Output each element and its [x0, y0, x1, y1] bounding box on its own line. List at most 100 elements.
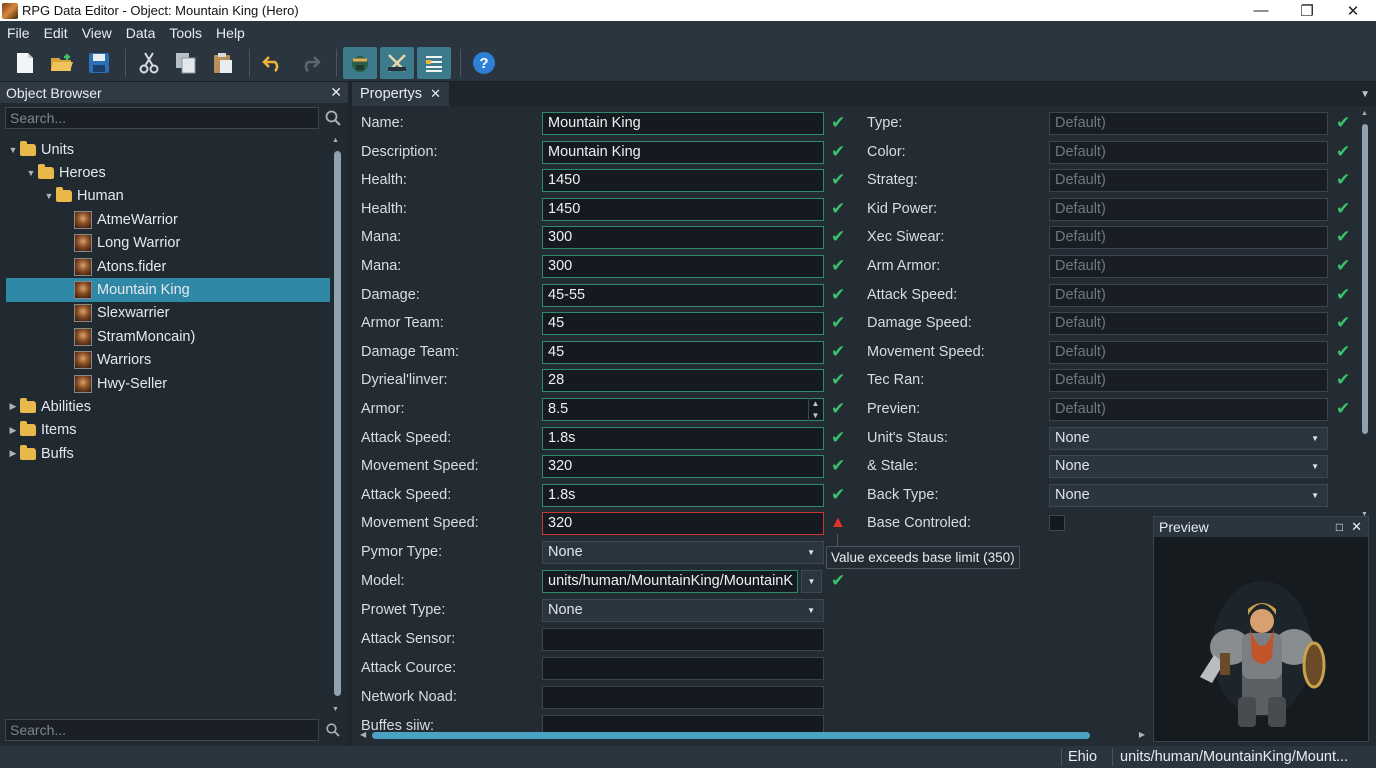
expand-arrow-icon[interactable]: ▼ [42, 191, 56, 201]
property-input[interactable]: Default) [1049, 369, 1328, 393]
property-input[interactable]: 45-55 [542, 283, 824, 307]
close-preview-icon[interactable]: ✕ [1351, 519, 1362, 535]
expand-arrow-icon[interactable]: ▼ [24, 168, 38, 178]
tree-folder[interactable]: ▶ Items [6, 419, 330, 442]
property-input[interactable]: Default) [1049, 312, 1328, 336]
minimize-button[interactable]: — [1238, 0, 1284, 21]
dropdown-value: None [548, 544, 583, 561]
help-icon[interactable]: ? [467, 47, 501, 79]
close-panel-icon[interactable]: ✕ [330, 84, 342, 101]
model-path-input[interactable]: units/human/MountainKing/MountainK [542, 570, 798, 594]
property-dropdown[interactable]: None ▼ [1049, 483, 1328, 507]
tree-scrollbar[interactable]: ▲ ▼ [332, 137, 342, 713]
tree-item[interactable]: AtmeWarrior [6, 208, 330, 231]
properties-scrollbar[interactable]: ▲ ▼ [1360, 110, 1370, 518]
property-input[interactable] [542, 628, 824, 652]
menu-help[interactable]: Help [209, 25, 252, 41]
property-input[interactable]: 320 [542, 512, 824, 536]
property-input[interactable]: Mountain King [542, 140, 824, 164]
expand-arrow-icon[interactable]: ▼ [6, 145, 20, 155]
menu-view[interactable]: View [75, 25, 119, 41]
property-input[interactable]: 45 [542, 340, 824, 364]
tree-folder[interactable]: ▶ Abilities [6, 395, 330, 418]
property-input[interactable]: Default) [1049, 398, 1328, 421]
tree-folder[interactable]: ▼ Heroes [6, 161, 330, 184]
property-input[interactable]: Default) [1049, 283, 1328, 307]
open-folder-icon[interactable] [45, 47, 79, 79]
property-input[interactable]: Default) [1049, 255, 1328, 278]
property-label: Armor Team: [361, 315, 444, 332]
property-input[interactable]: 300 [542, 226, 824, 250]
unit-tool-icon[interactable] [343, 46, 377, 79]
tree-item[interactable]: Long Warrior [6, 232, 330, 255]
properties-scrollbar-thumb[interactable] [1362, 124, 1368, 434]
search-icon[interactable] [323, 108, 343, 128]
horizontal-scrollbar-thumb[interactable] [372, 732, 1090, 739]
property-label: Xec Siwear: [867, 229, 945, 246]
property-input[interactable]: 28 [542, 369, 824, 393]
paste-icon[interactable] [206, 47, 240, 79]
menu-file[interactable]: File [0, 25, 37, 41]
property-input[interactable]: 1450 [542, 197, 824, 221]
collapse-arrow-icon[interactable]: ▶ [6, 401, 20, 412]
redo-icon[interactable] [293, 47, 327, 79]
chevron-down-icon[interactable]: ▼ [801, 570, 822, 594]
bottom-search-input[interactable]: Search... [5, 719, 319, 741]
tree-scrollbar-thumb[interactable] [334, 151, 341, 696]
spinner-arrows[interactable]: ▲ ▼ [808, 398, 822, 421]
tree-item[interactable]: StramMoncain) [6, 325, 330, 348]
property-input[interactable]: 1.8s [542, 483, 824, 507]
base-controlled-checkbox[interactable] [1049, 515, 1065, 532]
menu-edit[interactable]: Edit [37, 25, 75, 41]
property-dropdown[interactable]: None ▼ [1049, 455, 1328, 479]
property-input[interactable]: Default) [1049, 197, 1328, 221]
tree-folder[interactable]: ▼ Human [6, 185, 330, 208]
tree-item[interactable]: Atons.fider [6, 255, 330, 278]
close-tab-icon[interactable]: ✕ [430, 86, 441, 102]
tree-item[interactable]: Slexwarrier [6, 302, 330, 325]
ability-tool-icon[interactable] [380, 46, 414, 79]
properties-horizontal-scrollbar[interactable]: ◀ ▶ [360, 730, 1145, 741]
close-window-button[interactable]: ✕ [1330, 0, 1376, 21]
menu-tools[interactable]: Tools [162, 25, 209, 41]
tree-item[interactable]: Mountain King [6, 278, 330, 302]
collapse-arrow-icon[interactable]: ▶ [6, 425, 20, 436]
tree-item[interactable]: Warriors [6, 349, 330, 372]
tab-menu-chevron-down-icon[interactable]: ▼ [1360, 89, 1370, 100]
property-input[interactable]: Default) [1049, 112, 1328, 135]
cut-icon[interactable] [132, 47, 166, 79]
property-input[interactable]: Default) [1049, 169, 1328, 193]
property-input[interactable]: Mountain King [542, 112, 824, 135]
search-icon[interactable] [323, 720, 343, 740]
object-search-input[interactable]: Search... [5, 107, 319, 129]
property-input[interactable]: 1.8s [542, 426, 824, 450]
collapse-arrow-icon[interactable]: ▶ [6, 448, 20, 459]
property-input[interactable]: 300 [542, 255, 824, 278]
menu-data[interactable]: Data [119, 25, 163, 41]
copy-icon[interactable] [169, 47, 203, 79]
save-icon[interactable] [82, 47, 116, 79]
property-input[interactable]: Default) [1049, 226, 1328, 250]
property-input[interactable]: 8.5 [542, 398, 824, 421]
property-input[interactable]: 320 [542, 455, 824, 479]
maximize-preview-icon[interactable]: □ [1336, 520, 1343, 534]
property-dropdown[interactable]: None ▼ [542, 599, 824, 623]
chevron-down-icon: ▼ [807, 548, 815, 558]
tree-item[interactable]: Hwy-Seller [6, 372, 330, 395]
property-dropdown[interactable]: None ▼ [1049, 426, 1328, 450]
new-file-icon[interactable] [8, 47, 42, 79]
property-input[interactable]: 1450 [542, 169, 824, 193]
tree-folder[interactable]: ▼ Units [6, 138, 330, 161]
undo-icon[interactable] [256, 47, 290, 79]
tab-propertys[interactable]: Propertys ✕ [352, 82, 449, 106]
property-dropdown[interactable]: None ▼ [542, 541, 824, 565]
property-input[interactable]: 45 [542, 312, 824, 336]
property-input[interactable] [542, 657, 824, 681]
property-input[interactable]: Default) [1049, 340, 1328, 364]
property-input[interactable]: Default) [1049, 140, 1328, 164]
property-input[interactable] [542, 686, 824, 710]
tree-folder[interactable]: ▶ Buffs [6, 442, 330, 465]
list-tool-icon[interactable] [417, 46, 451, 79]
maximize-button[interactable]: ❐ [1284, 0, 1330, 21]
valid-check-icon: ✔ [831, 313, 846, 333]
